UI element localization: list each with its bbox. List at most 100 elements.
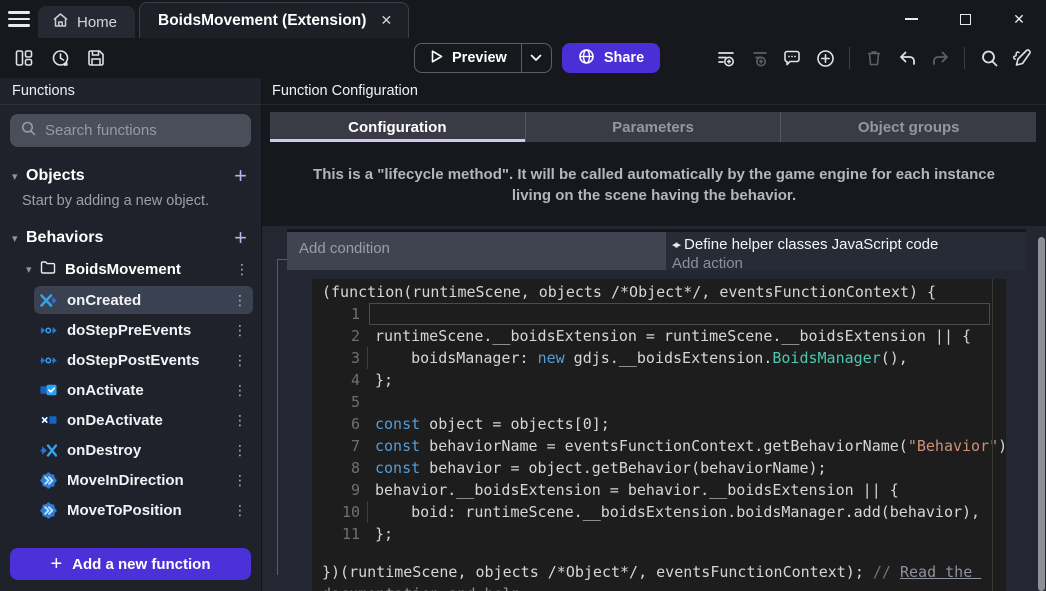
kebab-menu-icon[interactable]: ⋮ [233,322,245,339]
editor-scrollbar[interactable] [992,279,1006,591]
line-number: 4 [312,369,360,391]
events-sheet[interactable]: Add condition ◂▸ Define helper classes J… [262,226,1046,591]
events-scrollbar[interactable] [1038,237,1045,591]
kebab-menu-icon[interactable]: ⋮ [233,352,245,369]
search-functions-box[interactable] [10,114,251,147]
save-icon[interactable] [82,44,110,72]
kebab-menu-icon[interactable]: ⋮ [233,382,245,399]
tab-object-groups[interactable]: Object groups [781,112,1036,142]
function-item-ondestroy[interactable]: onDestroy ⋮ [34,436,253,464]
js-code-event[interactable]: Add condition ◂▸ Define helper classes J… [287,229,1026,591]
caret-down-icon[interactable]: ▾ [26,263,40,276]
behavior-group-boidsmovement[interactable]: ▾ BoidsMovement ⋮ [0,255,261,284]
objects-section-header[interactable]: ▾ Objects + [0,161,261,191]
add-behavior-button[interactable]: + [234,228,247,248]
kebab-menu-icon[interactable]: ⋮ [233,412,245,429]
add-comment-icon[interactable] [778,44,806,72]
line-number: 8 [312,457,360,479]
tab-document[interactable]: BoidsMovement (Extension) ✕ [139,2,409,38]
function-item-onactivate[interactable]: onActivate ⋮ [34,376,253,404]
code-line[interactable]: 2runtimeScene.__boidsExtension = runtime… [312,325,1006,347]
close-tab-icon[interactable]: ✕ [380,12,392,29]
oncreated-icon [40,292,57,309]
redo-icon[interactable] [926,44,954,72]
preview-button-main[interactable]: Preview [415,49,521,68]
kebab-menu-icon[interactable]: ⋮ [233,472,245,489]
toolbar: Preview Share [0,38,1046,78]
search-icon [20,120,37,142]
function-item-label: MoveToPosition [67,502,233,519]
plus-icon: + [50,553,62,576]
behaviors-tree: ▾ BoidsMovement ⋮ onCreated ⋮ [0,255,261,526]
code-line[interactable]: 9behavior.__boidsExtension = behavior.__… [312,479,1006,501]
code-line[interactable]: 3 boidsManager: new gdjs.__boidsExtensio… [312,347,1006,369]
function-item-dosteppostevents[interactable]: doStepPostEvents ⋮ [34,346,253,374]
code-line[interactable]: 4}; [312,369,1006,391]
onactivate-icon [40,382,57,399]
trash-icon[interactable] [860,44,888,72]
add-new-function-button[interactable]: + Add a new function [10,548,251,580]
search-icon[interactable] [975,44,1003,72]
line-number: 3 [312,347,360,369]
line-number: 6 [312,413,360,435]
add-action-button[interactable]: Add action [672,255,1016,275]
code-footer-line: })(runtimeScene, objects /*Object*/, eve… [312,561,1006,591]
behaviors-section-header[interactable]: ▾ Behaviors + [0,223,261,253]
search-functions-input[interactable] [45,122,244,139]
share-label: Share [604,50,644,66]
tab-document-label: BoidsMovement (Extension) [158,12,366,30]
ondestroy-icon [40,442,57,459]
history-icon[interactable] [46,44,74,72]
add-event-icon[interactable] [712,44,740,72]
kebab-menu-icon[interactable]: ⋮ [233,442,245,459]
code-line[interactable]: 11}; [312,523,1006,545]
kebab-menu-icon[interactable]: ⋮ [233,502,245,519]
function-item-movetoposition[interactable]: MoveToPosition ⋮ [34,496,253,524]
chevron-down-icon [530,49,542,67]
line-number: 2 [312,325,360,347]
add-object-button[interactable]: + [234,166,247,186]
share-button[interactable]: Share [562,43,660,73]
edit-extension-icon[interactable] [1008,44,1036,72]
line-number: 7 [312,435,360,457]
movetoposition-icon [40,502,57,519]
panel-title: Function Configuration [262,78,1046,105]
code-line[interactable]: 5 [312,391,1006,413]
add-condition-button[interactable]: Add condition [287,232,666,270]
kebab-menu-icon[interactable]: ⋮ [233,292,245,309]
function-configuration-panel: Function Configuration Configuration Par… [262,78,1046,591]
code-line[interactable]: 10 boid: runtimeScene.__boidsExtension.b… [312,501,1006,523]
tab-configuration[interactable]: Configuration [270,112,526,142]
caret-down-icon[interactable]: ▾ [12,170,26,183]
layout-panels-icon[interactable] [10,44,38,72]
function-item-dostespreevents[interactable]: doStepPreEvents ⋮ [34,316,253,344]
main-menu-button[interactable] [0,0,38,38]
js-event-title: Define helper classes JavaScript code [684,236,938,253]
sidebar-title: Functions [0,78,261,105]
js-event-title-row[interactable]: ◂▸ Define helper classes JavaScript code [672,234,1016,255]
window-controls: ✕ [884,0,1046,38]
undo-icon[interactable] [893,44,921,72]
caret-down-icon[interactable]: ▾ [12,232,26,245]
add-subevent-icon[interactable] [745,44,773,72]
kebab-menu-icon[interactable]: ⋮ [235,261,247,278]
preview-button: Preview [414,43,552,73]
code-editor[interactable]: (function(runtimeScene, objects /*Object… [312,279,1006,591]
function-item-oncreated[interactable]: onCreated ⋮ [34,286,253,314]
minimize-button[interactable] [884,0,938,38]
function-item-moveindirection[interactable]: MoveInDirection ⋮ [34,466,253,494]
code-line[interactable]: 1 [312,303,1006,325]
code-line[interactable]: 7const behaviorName = eventsFunctionCont… [312,435,1006,457]
home-icon [52,12,69,32]
tab-parameters[interactable]: Parameters [526,112,782,142]
function-item-ondeactivate[interactable]: onDeActivate ⋮ [34,406,253,434]
code-line[interactable]: 8const behavior = object.getBehavior(beh… [312,457,1006,479]
add-circle-icon[interactable] [811,44,839,72]
preview-label: Preview [452,50,507,66]
code-line[interactable]: 6const object = objects[0]; [312,413,1006,435]
close-window-button[interactable]: ✕ [992,0,1046,38]
maximize-button[interactable] [938,0,992,38]
preview-dropdown-button[interactable] [521,43,551,73]
objects-section-label: Objects [26,167,234,185]
tab-home[interactable]: Home [38,6,135,38]
